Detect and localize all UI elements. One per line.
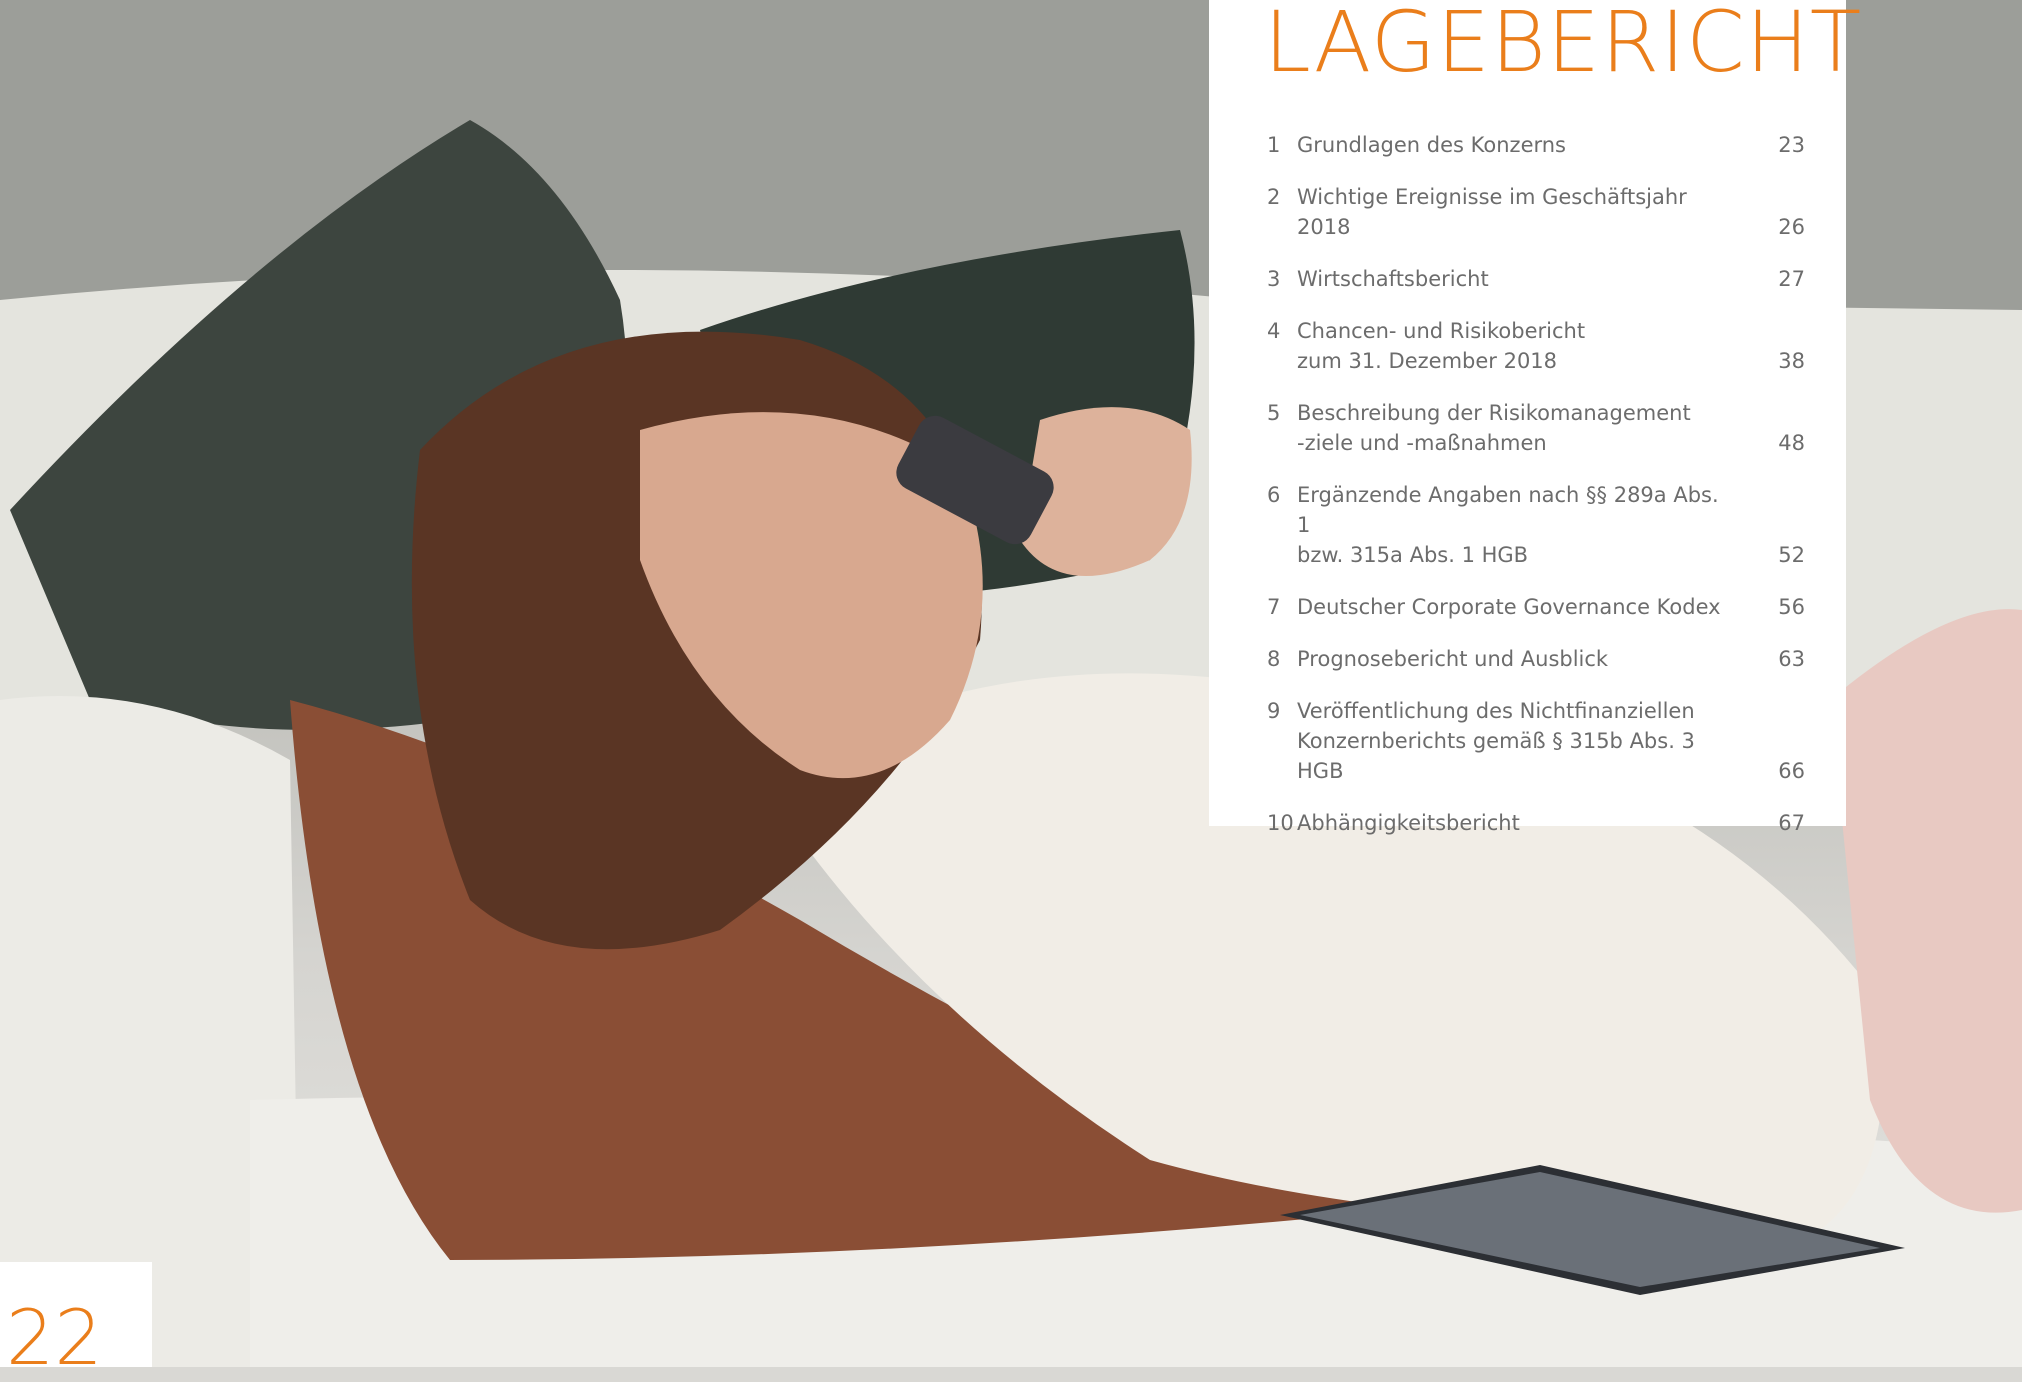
toc-entry[interactable]: 8 Prognosebericht und Ausblick 63 xyxy=(1267,644,1805,674)
toc-entry[interactable]: 9 Veröffentlichung des Nichtfinanziellen… xyxy=(1267,696,1805,786)
toc-entry-page: 48 xyxy=(1778,431,1805,455)
toc-entry-page: 67 xyxy=(1778,811,1805,835)
toc-entry-page: 56 xyxy=(1778,595,1805,619)
table-of-contents-panel: LAGEBERICHT 1 Grundlagen des Konzerns 23… xyxy=(1209,0,1861,835)
toc-entry-title: Grundlagen des Konzerns xyxy=(1297,133,1567,157)
toc-entry-title: Veröffentlichung des Nichtfinanziellen xyxy=(1297,699,1695,723)
toc-entry-title: Ergänzende Angaben nach §§ 289a Abs. 1 xyxy=(1297,483,1719,537)
toc-entry-page: 63 xyxy=(1778,647,1805,671)
toc-entry-title-line2: bzw. 315a Abs. 1 HGB xyxy=(1297,543,1529,567)
toc-entry-page: 52 xyxy=(1778,543,1805,567)
toc-entry-title-line2: Konzernberichts gemäß § 315b Abs. 3 HGB xyxy=(1297,729,1695,783)
toc-entry[interactable]: 2 Wichtige Ereignisse im Geschäftsjahr 2… xyxy=(1267,182,1805,242)
toc-entry-title-line2: zum 31. Dezember 2018 xyxy=(1297,349,1558,373)
page-number: 22 xyxy=(6,1293,103,1382)
toc-entry-title: Beschreibung der Risikomanagement xyxy=(1297,401,1691,425)
toc-entry-page: 27 xyxy=(1778,267,1805,291)
toc-entry-number: 10 xyxy=(1267,811,1294,835)
toc-entry-number: 8 xyxy=(1267,647,1281,671)
toc-entry-number: 6 xyxy=(1267,483,1281,507)
toc-entry-page: 38 xyxy=(1778,349,1805,373)
toc-entry[interactable]: 7 Deutscher Corporate Governance Kodex 5… xyxy=(1267,592,1805,622)
toc-entry-page: 66 xyxy=(1778,759,1805,783)
toc-entry-page: 26 xyxy=(1778,215,1805,239)
toc-entry-title: Wichtige Ereignisse im Geschäftsjahr 201… xyxy=(1297,185,1687,239)
toc-entry-number: 1 xyxy=(1267,133,1281,157)
toc-entry[interactable]: 5 Beschreibung der Risikomanagement -zie… xyxy=(1267,398,1805,458)
toc-entry[interactable]: 6 Ergänzende Angaben nach §§ 289a Abs. 1… xyxy=(1267,480,1805,570)
toc-entry-title: Deutscher Corporate Governance Kodex xyxy=(1297,595,1721,619)
toc-entry-title: Abhängigkeitsbericht xyxy=(1297,811,1520,835)
toc-entry[interactable]: 3 Wirtschaftsbericht 27 xyxy=(1267,264,1805,294)
toc-entry-number: 7 xyxy=(1267,595,1281,619)
page-number-box: 22 xyxy=(0,1262,152,1376)
toc-list: 1 Grundlagen des Konzerns 23 2 Wichtige … xyxy=(1267,130,1805,860)
toc-entry-number: 9 xyxy=(1267,699,1281,723)
toc-entry-number: 4 xyxy=(1267,319,1281,343)
toc-entry[interactable]: 1 Grundlagen des Konzerns 23 xyxy=(1267,130,1805,160)
page-title: LAGEBERICHT xyxy=(1264,0,1863,91)
toc-entry-title: Wirtschaftsbericht xyxy=(1297,267,1489,291)
toc-entry-number: 2 xyxy=(1267,185,1281,209)
toc-entry[interactable]: 10 Abhängigkeitsbericht 67 xyxy=(1267,808,1805,838)
toc-entry-number: 3 xyxy=(1267,267,1281,291)
toc-entry-title: Prognosebericht und Ausblick xyxy=(1297,647,1609,671)
toc-entry-title-line2: -ziele und -maßnahmen xyxy=(1297,431,1547,455)
toc-entry-page: 23 xyxy=(1778,133,1805,157)
toc-entry[interactable]: 4 Chancen- und Risikobericht zum 31. Dez… xyxy=(1267,316,1805,376)
toc-entry-number: 5 xyxy=(1267,401,1281,425)
toc-entry-title: Chancen- und Risikobericht xyxy=(1297,319,1586,343)
